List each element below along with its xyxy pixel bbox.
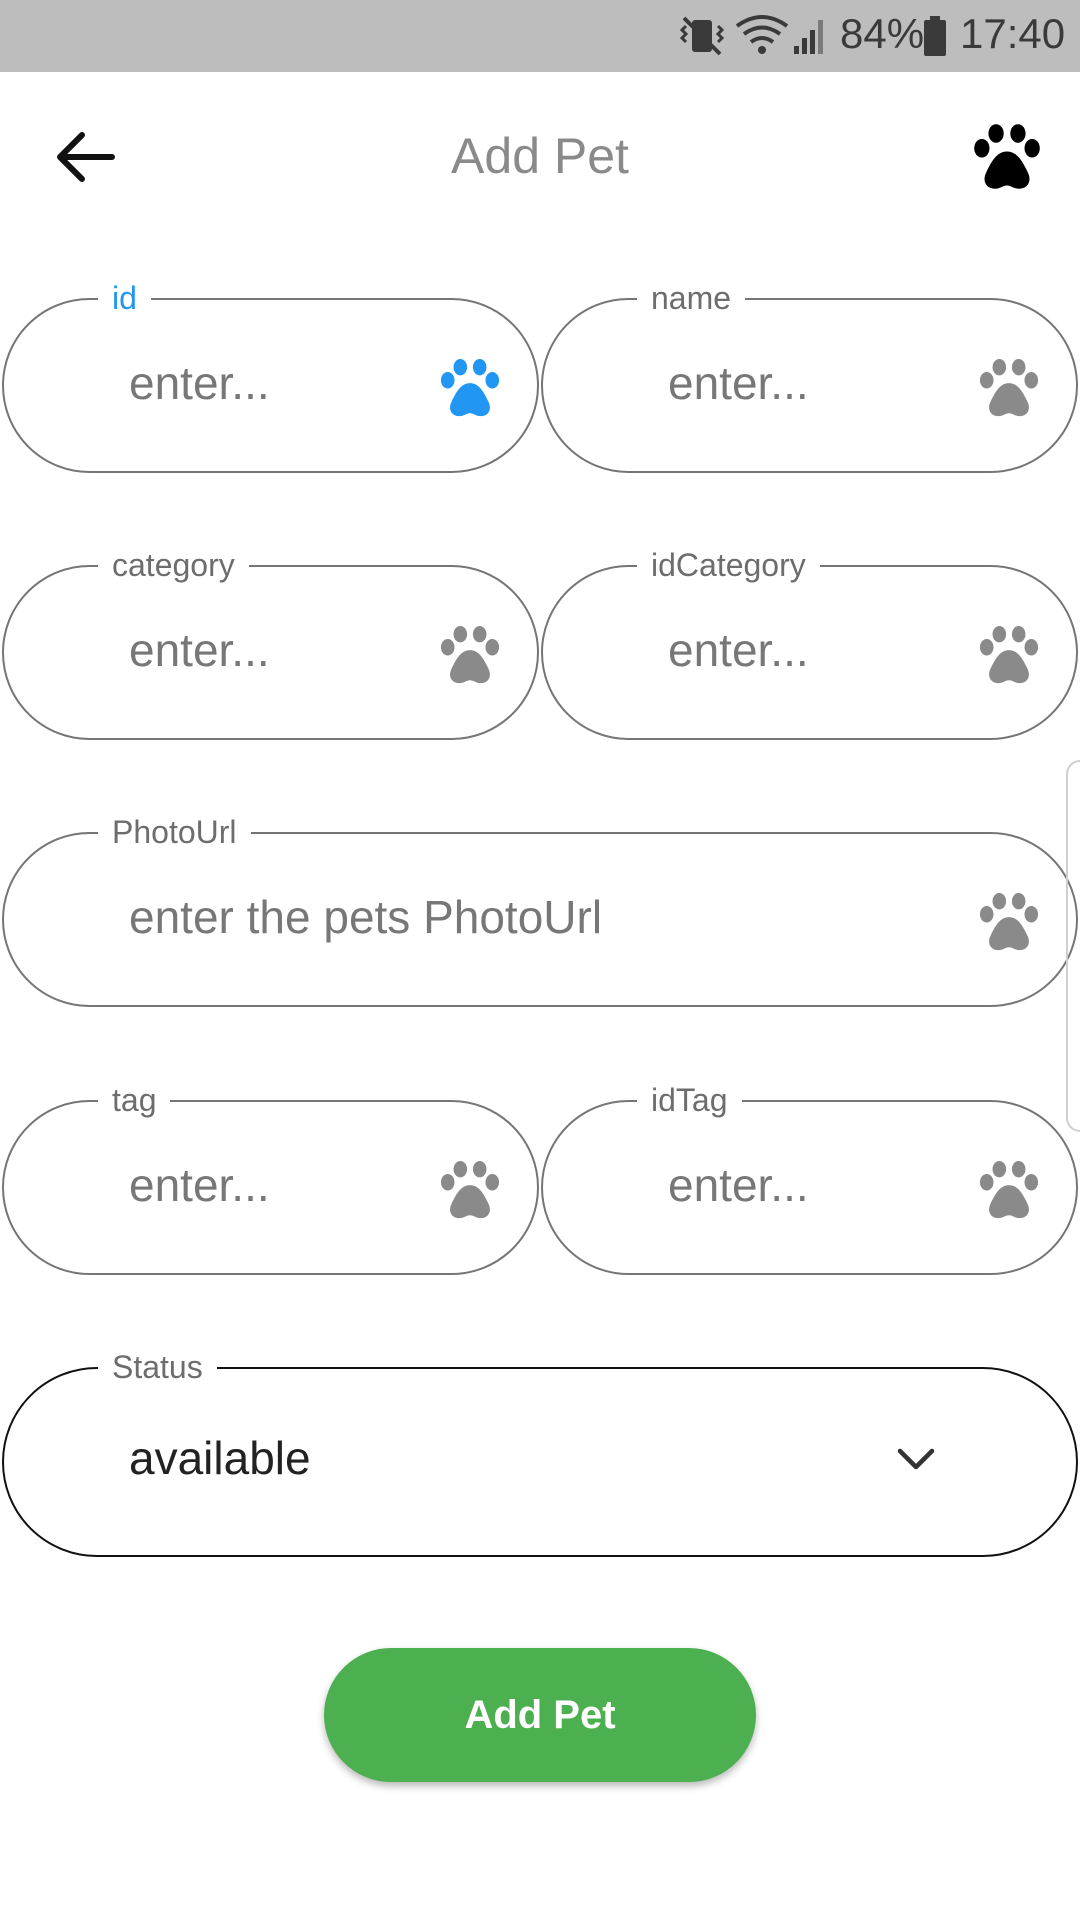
photo-url-label: PhotoUrl — [98, 810, 251, 854]
tag-input[interactable]: enter... — [129, 1158, 270, 1212]
paw-icon — [978, 892, 1040, 952]
name-field[interactable]: name enter... — [541, 276, 1078, 473]
paw-icon — [978, 358, 1040, 418]
status-time: 17:40 — [960, 10, 1066, 57]
id-input[interactable]: enter... — [129, 356, 270, 410]
id-tag-field[interactable]: idTag enter... — [541, 1078, 1078, 1275]
id-category-input[interactable]: enter... — [668, 623, 809, 677]
battery-icon — [924, 16, 946, 56]
paw-icon — [439, 358, 501, 418]
tag-field[interactable]: tag enter... — [2, 1078, 539, 1275]
vibrate-icon — [680, 16, 724, 56]
paw-icon[interactable] — [972, 124, 1042, 190]
photo-url-input[interactable]: enter the pets PhotoUrl — [129, 890, 602, 944]
battery-percentage: 84% — [840, 10, 925, 57]
add-pet-button[interactable]: Add Pet — [324, 1648, 756, 1782]
signal-icon — [794, 20, 823, 54]
photo-url-field[interactable]: PhotoUrl enter the pets PhotoUrl — [2, 810, 1078, 1007]
wifi-icon — [735, 15, 789, 54]
app-bar: Add Pet — [0, 72, 1080, 242]
page-title: Add Pet — [451, 128, 629, 184]
category-label: category — [98, 543, 249, 587]
id-tag-label: idTag — [637, 1078, 742, 1122]
chevron-down-icon[interactable] — [896, 1445, 936, 1473]
id-field[interactable]: id enter... — [2, 276, 539, 473]
id-label: id — [98, 276, 151, 320]
paw-icon — [439, 1160, 501, 1220]
paw-icon — [978, 1160, 1040, 1220]
category-field[interactable]: category enter... — [2, 543, 539, 740]
name-label: name — [637, 276, 746, 320]
id-tag-input[interactable]: enter... — [668, 1158, 809, 1212]
paw-icon — [439, 625, 501, 685]
category-input[interactable]: enter... — [129, 623, 270, 677]
status-label: Status — [98, 1345, 217, 1389]
id-category-label: idCategory — [637, 543, 820, 587]
status-bar: 84% 17:40 — [0, 0, 1080, 72]
status-value[interactable]: available — [129, 1431, 311, 1485]
name-input[interactable]: enter... — [668, 356, 809, 410]
tag-label: tag — [98, 1078, 171, 1122]
scroll-handle[interactable] — [1066, 760, 1080, 1132]
status-select[interactable]: Status available — [2, 1345, 1078, 1557]
id-category-field[interactable]: idCategory enter... — [541, 543, 1078, 740]
paw-icon — [978, 625, 1040, 685]
